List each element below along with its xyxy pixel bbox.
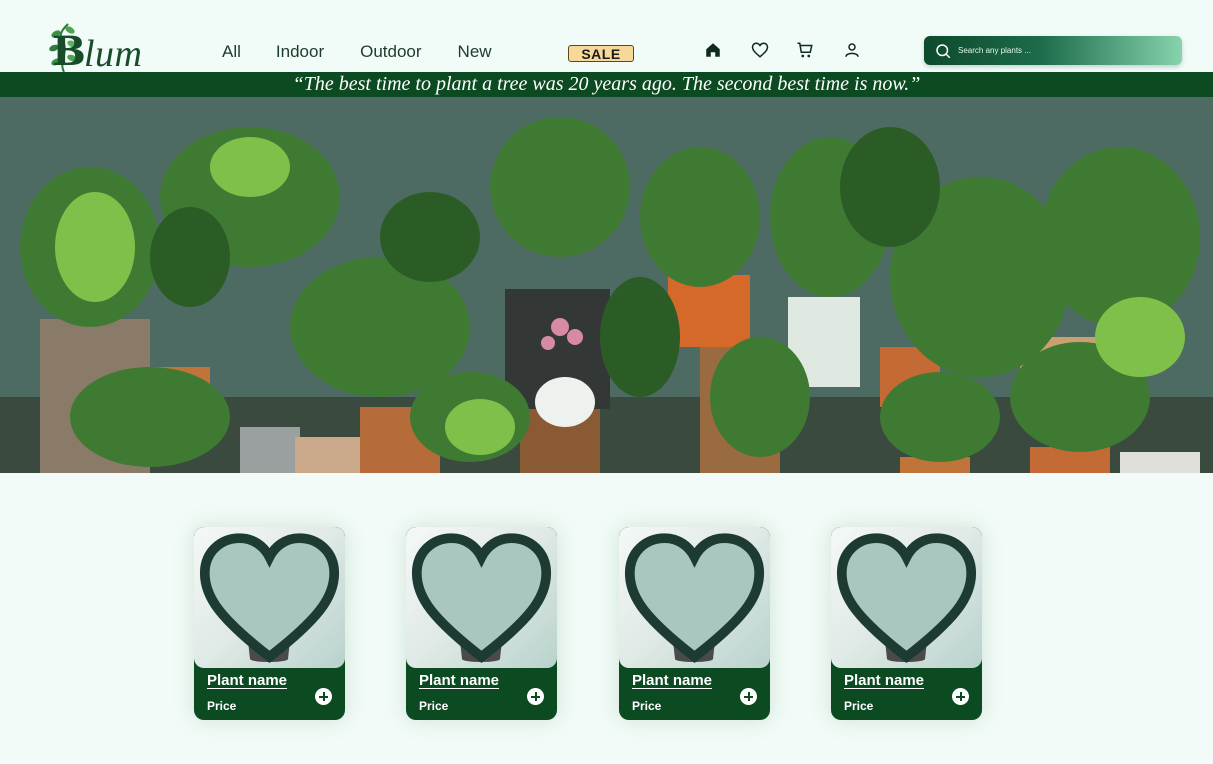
product-card[interactable]: Plant name Price <box>619 527 770 720</box>
favorite-heart-icon[interactable] <box>831 527 982 668</box>
search-bar[interactable] <box>924 36 1182 65</box>
user-icon[interactable] <box>842 40 862 60</box>
main-nav: All Indoor Outdoor New <box>222 42 492 62</box>
product-card[interactable]: Plant name Price <box>406 527 557 720</box>
add-to-cart-button[interactable] <box>315 688 332 705</box>
add-to-cart-button[interactable] <box>527 688 544 705</box>
favorite-heart-icon[interactable] <box>194 527 345 668</box>
product-name[interactable]: Plant name <box>844 672 924 689</box>
product-image <box>831 527 982 668</box>
product-image <box>406 527 557 668</box>
product-name[interactable]: Plant name <box>632 672 712 689</box>
quote-banner: “The best time to plant a tree was 20 ye… <box>0 72 1213 97</box>
nav-item-indoor[interactable]: Indoor <box>276 42 324 62</box>
add-to-cart-button[interactable] <box>952 688 969 705</box>
product-grid: Plant name Price Plant name Price Plant … <box>194 527 984 722</box>
product-card[interactable]: Plant name Price <box>194 527 345 720</box>
heart-icon[interactable] <box>750 40 770 60</box>
product-card[interactable]: Plant name Price <box>831 527 982 720</box>
product-image <box>619 527 770 668</box>
sale-badge[interactable]: SALE <box>568 45 634 62</box>
search-icon <box>936 43 951 58</box>
favorite-heart-icon[interactable] <box>406 527 557 668</box>
product-price: Price <box>632 699 662 713</box>
nav-item-new[interactable]: New <box>458 42 492 62</box>
product-price: Price <box>419 699 449 713</box>
product-name[interactable]: Plant name <box>207 672 287 689</box>
search-input[interactable] <box>958 46 1158 55</box>
home-icon[interactable] <box>703 40 723 60</box>
brand-logo[interactable]: B lum <box>44 18 154 74</box>
product-image <box>194 527 345 668</box>
logo-wordmark: lum <box>84 33 143 75</box>
cart-icon[interactable] <box>795 40 815 60</box>
product-price: Price <box>207 699 237 713</box>
favorite-heart-icon[interactable] <box>619 527 770 668</box>
nav-item-outdoor[interactable]: Outdoor <box>360 42 421 62</box>
nav-item-all[interactable]: All <box>222 42 241 62</box>
site-header: B lum All Indoor Outdoor New SALE <box>0 0 1213 74</box>
hero-image <box>0 97 1213 473</box>
add-to-cart-button[interactable] <box>740 688 757 705</box>
product-name[interactable]: Plant name <box>419 672 499 689</box>
logo-initial: B <box>52 28 86 75</box>
product-price: Price <box>844 699 874 713</box>
